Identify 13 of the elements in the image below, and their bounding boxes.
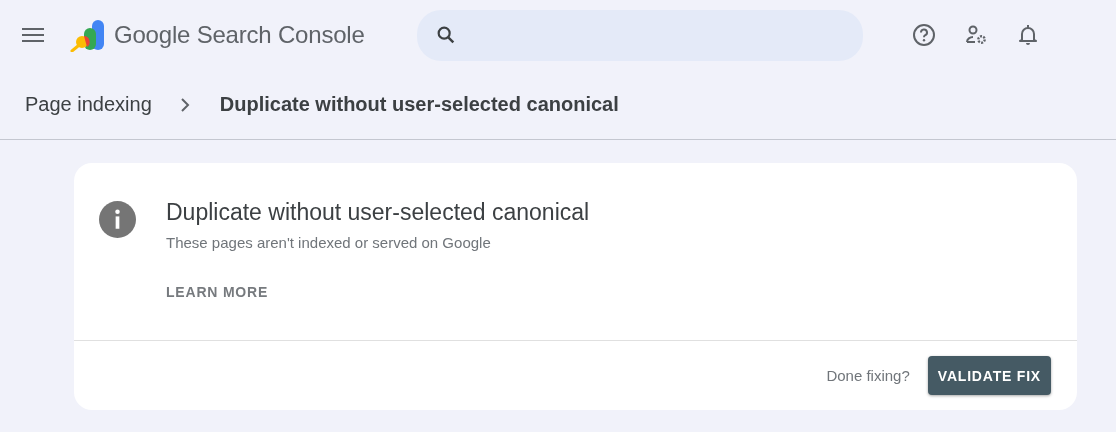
validate-fix-button[interactable]: VALIDATE FIX <box>927 356 1051 395</box>
breadcrumb-link[interactable]: Page indexing <box>25 93 152 116</box>
page-title: Duplicate without user-selected canonical <box>219 93 619 116</box>
logo-icon <box>70 18 106 52</box>
done-fixing-prompt: Done fixing? <box>826 367 910 384</box>
product-name: Google Search Console <box>114 21 365 49</box>
info-icon <box>99 201 136 238</box>
chevron-icon <box>179 97 190 112</box>
learn-more-link[interactable]: LEARN MORE <box>166 284 269 300</box>
help-icon[interactable] <box>910 22 937 48</box>
issue-description: These pages aren't indexed or served on Google <box>166 234 492 251</box>
search-field[interactable] <box>416 9 863 61</box>
issue-title: Duplicate without user-selected canonical <box>166 199 590 226</box>
